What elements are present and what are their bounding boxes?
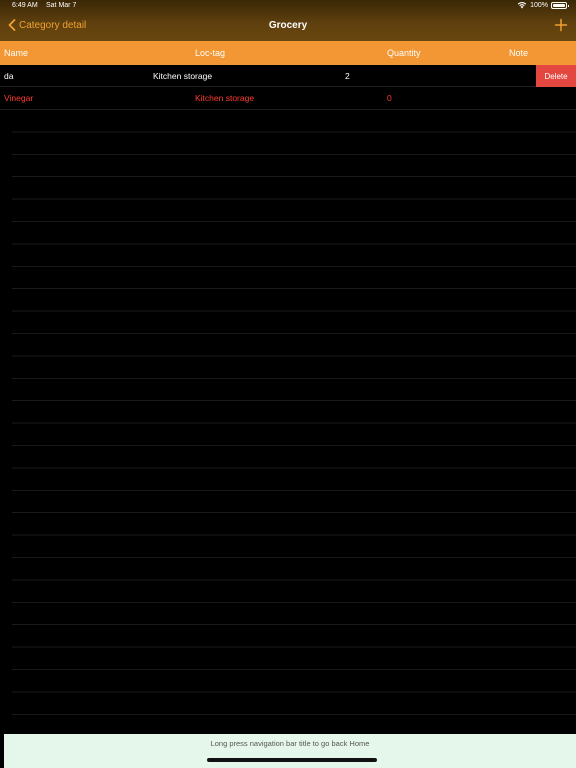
table-row[interactable]: Vinegar Kitchen storage 0	[0, 87, 576, 110]
column-header: Name Loc-tag Quantity Note	[0, 41, 576, 65]
cell-name: Vinegar	[4, 93, 34, 104]
nav-title[interactable]: Grocery	[0, 20, 576, 31]
navigation-bar: Category detail Grocery	[0, 12, 576, 41]
cell-quantity: 0	[387, 93, 392, 104]
column-name[interactable]: Name	[4, 48, 28, 58]
footer-hint-bar: Long press navigation bar title to go ba…	[4, 734, 576, 768]
footer-hint: Long press navigation bar title to go ba…	[210, 739, 370, 748]
cell-loc-tag: Kitchen storage	[195, 93, 255, 104]
wifi-icon	[517, 1, 527, 9]
status-time: 6:49 AM	[12, 2, 38, 9]
column-quantity[interactable]: Quantity	[387, 48, 421, 58]
home-indicator[interactable]	[207, 758, 377, 762]
status-date: Sat Mar 7	[46, 2, 77, 9]
battery-percent: 100%	[530, 1, 548, 9]
item-list: da Kitchen storage 2 Delete Vinegar Kitc…	[0, 65, 576, 110]
status-bar: 6:49 AM Sat Mar 7 100%	[0, 0, 576, 12]
status-indicators: 100%	[517, 1, 569, 9]
column-note[interactable]: Note	[509, 48, 528, 58]
top-bar: 6:49 AM Sat Mar 7 100% Category detail G…	[0, 0, 576, 41]
cell-name: da	[4, 71, 14, 81]
battery-fill	[553, 3, 565, 7]
screen: 6:49 AM Sat Mar 7 100% Category detail G…	[0, 0, 576, 768]
cell-loc-tag: Kitchen storage	[153, 71, 213, 81]
column-loc-tag[interactable]: Loc-tag	[195, 48, 225, 58]
delete-button[interactable]: Delete	[536, 65, 576, 87]
battery-icon	[551, 1, 569, 9]
empty-row-separators	[12, 110, 576, 734]
table-row[interactable]: da Kitchen storage 2 Delete	[0, 65, 576, 88]
add-icon[interactable]	[554, 18, 568, 32]
cell-quantity: 2	[345, 71, 350, 81]
